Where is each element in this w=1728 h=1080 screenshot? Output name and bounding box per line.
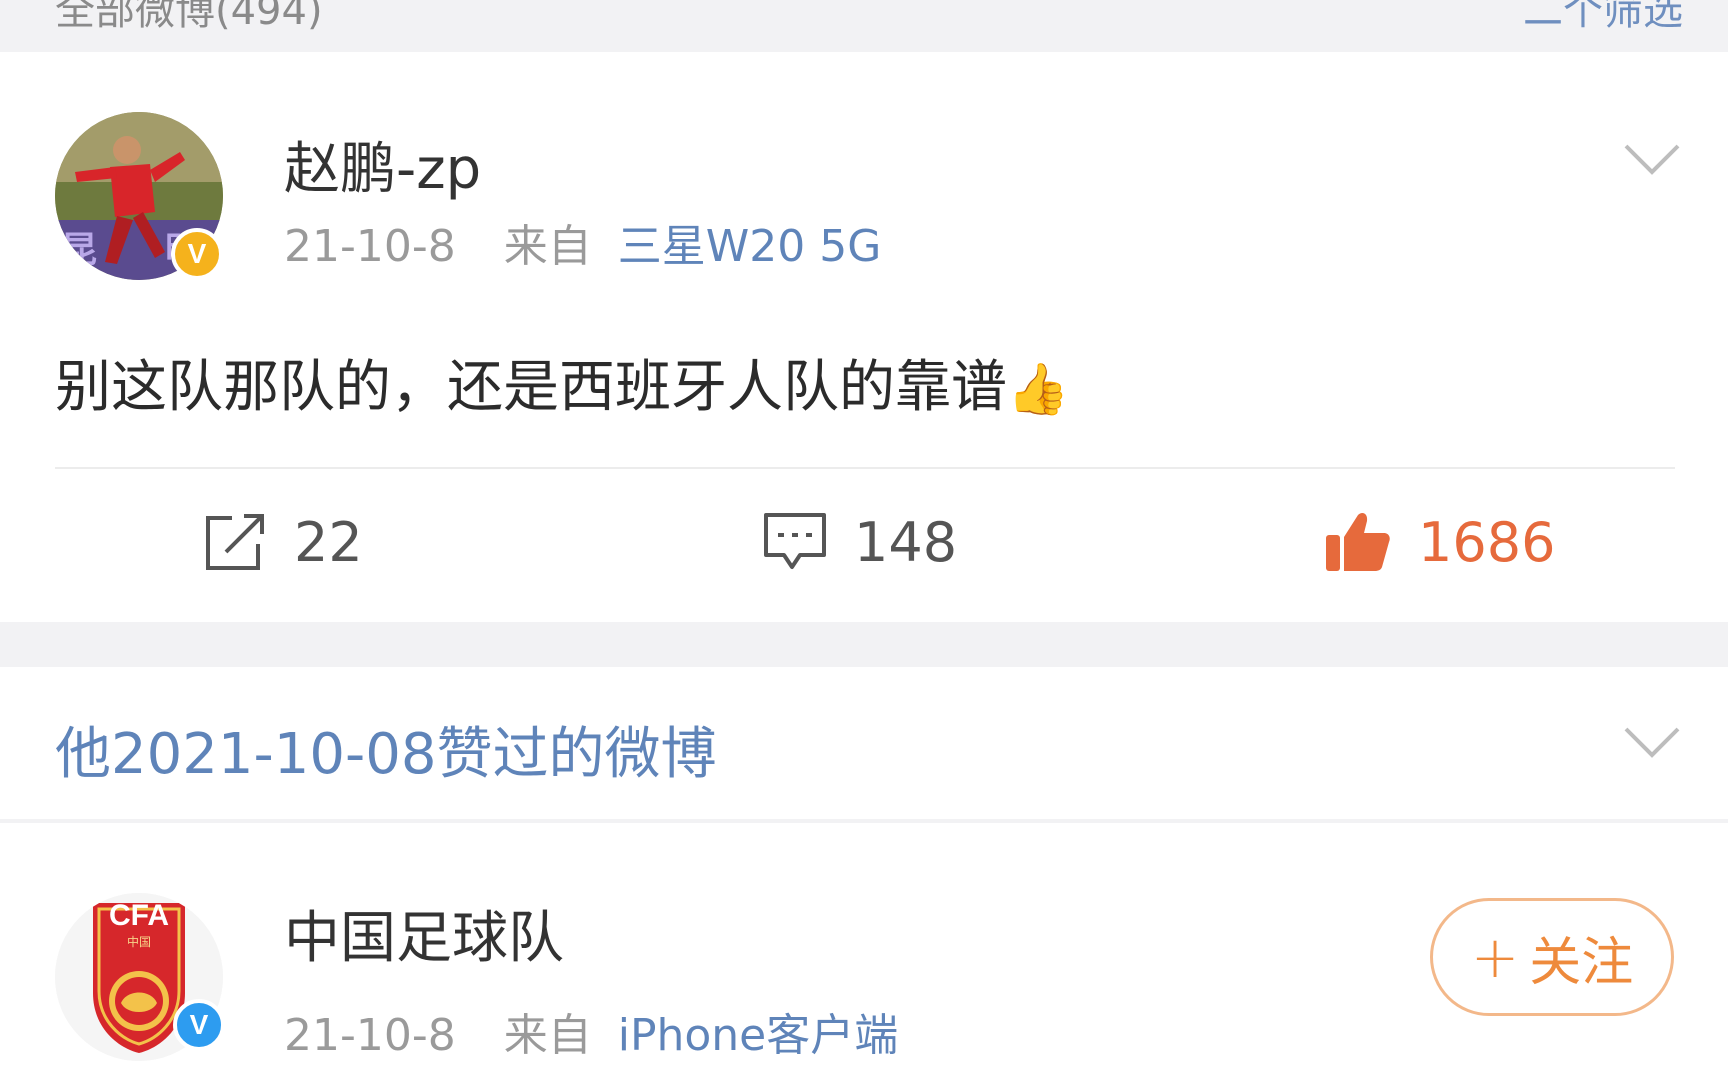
repost-count: 22 (294, 510, 363, 574)
liked-post-date: 21-10-8 (284, 1010, 456, 1061)
liked-section-title: 他2021-10-08赞过的微博 (55, 722, 717, 787)
chevron-down-icon[interactable] (1622, 140, 1682, 180)
post-card[interactable]: 昆 明 V 赵鹏-zp 21-10-8 来自 三星W20 5G 别这队那队的，还… (0, 52, 1728, 622)
follow-label: 关注 (1529, 932, 1634, 993)
liked-post-meta: 21-10-8 来自 iPhone客户端 (284, 999, 898, 1063)
post-author-name[interactable]: 赵鹏-zp (284, 124, 481, 205)
post-from-label: 来自 (503, 221, 592, 272)
like-count: 1686 (1418, 510, 1556, 574)
comment-button[interactable]: 148 (762, 507, 957, 577)
post-text: 别这队那队的，还是西班牙人队的靠谱👍 (55, 342, 1069, 423)
svg-text:昆: 昆 (61, 230, 97, 271)
liked-post-author-name[interactable]: 中国足球队 (284, 893, 564, 974)
comment-count: 148 (854, 510, 958, 574)
post-source[interactable]: 三星W20 5G (618, 221, 882, 272)
verified-v-icon: V (171, 228, 223, 280)
post-divider (55, 467, 1675, 469)
liked-post-card[interactable]: CFA 中国 V 中国足球队 21-10-8 来自 iPhone客户端 + 关注 (0, 823, 1728, 1080)
profile-feed-header: 全部微博(494) 二个筛选 (0, 0, 1728, 52)
post-meta: 21-10-8 来自 三星W20 5G (284, 210, 881, 274)
liked-section-header[interactable]: 他2021-10-08赞过的微博 (0, 667, 1728, 819)
liked-author-avatar[interactable]: CFA 中国 V (55, 893, 225, 1061)
verified-v-icon: V (173, 999, 225, 1051)
post-body: 别这队那队的，还是西班牙人队的靠谱 (55, 355, 1007, 420)
repost-icon (206, 514, 264, 570)
all-posts-tab[interactable]: 全部微博(494) (55, 0, 323, 36)
follow-button[interactable]: + 关注 (1430, 898, 1674, 1016)
post-date: 21-10-8 (284, 221, 456, 272)
liked-post-source[interactable]: iPhone客户端 (618, 1010, 899, 1061)
chevron-down-icon[interactable] (1622, 723, 1682, 763)
thumbs-up-emoji: 👍 (1007, 360, 1070, 418)
cfa-logo-subtext: 中国 (126, 935, 151, 949)
repost-button[interactable]: 22 (202, 507, 363, 577)
comment-icon (764, 513, 826, 569)
like-button[interactable]: 1686 (1322, 507, 1555, 577)
thumbs-up-icon (1326, 513, 1390, 571)
cfa-logo-text: CFA (109, 899, 169, 932)
author-avatar[interactable]: 昆 明 V (55, 112, 223, 280)
liked-post-from-label: 来自 (503, 1010, 592, 1061)
plus-icon: + (1470, 923, 1520, 991)
filter-button[interactable]: 二个筛选 (1523, 0, 1683, 36)
